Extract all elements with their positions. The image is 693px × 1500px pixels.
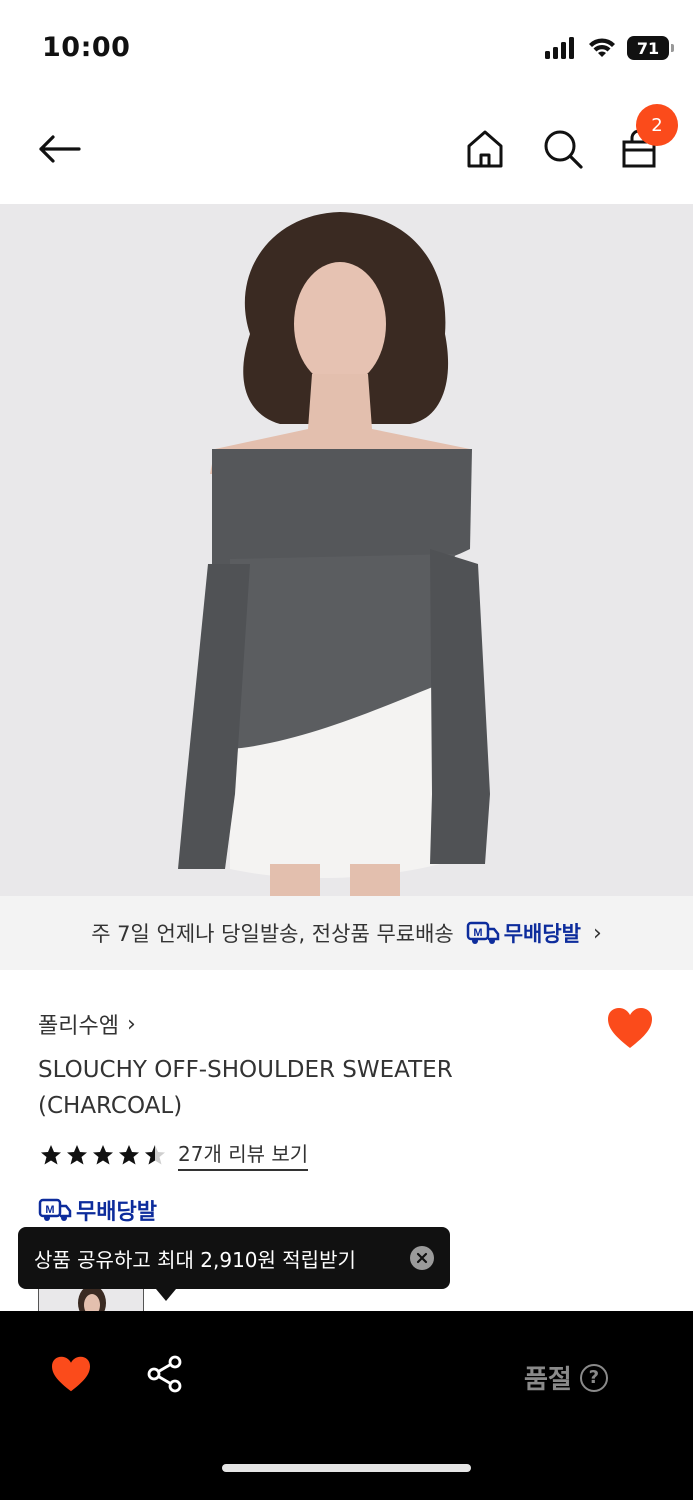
rating-stars bbox=[38, 1143, 168, 1167]
home-indicator[interactable] bbox=[222, 1464, 471, 1472]
brand-name: 폴리수엠 bbox=[38, 1014, 119, 1039]
product-title: SLOUCHY OFF-SHOULDER SWEATER (CHARCOAL) bbox=[38, 1057, 453, 1119]
chevron-right-icon: › bbox=[126, 1011, 136, 1037]
search-button[interactable] bbox=[540, 124, 586, 174]
product-delivery-badge-label: 무배당발 bbox=[76, 1200, 157, 1225]
close-icon bbox=[416, 1252, 428, 1264]
wifi-icon bbox=[589, 38, 615, 57]
tooltip-text: 상품 공유하고 최대 2,910원 적립받기 bbox=[34, 1247, 356, 1272]
signal-icon bbox=[545, 37, 574, 59]
home-button[interactable] bbox=[462, 124, 508, 174]
delivery-truck-icon: M bbox=[466, 921, 499, 944]
star-icon bbox=[41, 1144, 61, 1164]
status-time: 10:00 bbox=[42, 32, 131, 63]
star-icon bbox=[119, 1144, 139, 1164]
battery-indicator: 71 bbox=[627, 36, 674, 60]
share-icon bbox=[147, 1355, 182, 1393]
sold-out-label: 품절 bbox=[524, 1365, 572, 1395]
free-delivery-badge-label: 무배당발 bbox=[503, 922, 581, 946]
heart-icon bbox=[608, 1008, 652, 1048]
product-delivery-badge: M 무배당발 bbox=[38, 1194, 157, 1226]
delivery-banner-text: 주 7일 언제나 당일발송, 전상품 무료배송 bbox=[91, 922, 454, 946]
tooltip-close-button[interactable] bbox=[410, 1246, 434, 1270]
help-icon[interactable]: ? bbox=[579, 1363, 608, 1392]
brand-link[interactable]: 폴리수엠 › bbox=[38, 1008, 136, 1040]
back-arrow-icon bbox=[39, 135, 81, 163]
home-icon bbox=[467, 130, 503, 168]
rating-row: 27개 리뷰 보기 bbox=[38, 1138, 309, 1171]
search-icon bbox=[544, 130, 583, 169]
chevron-right-icon: › bbox=[593, 920, 602, 946]
star-icon bbox=[67, 1144, 87, 1164]
status-bar: 10:00 71 bbox=[0, 0, 693, 100]
product-image[interactable] bbox=[0, 204, 693, 896]
heart-icon bbox=[52, 1356, 90, 1392]
sold-out-status: 품절 ? bbox=[524, 1359, 608, 1396]
delivery-banner[interactable]: 주 7일 언제나 당일발송, 전상품 무료배송 M 무배당발 › bbox=[0, 896, 693, 970]
cart-count-badge: 2 bbox=[636, 104, 678, 146]
free-delivery-badge: M 무배당발 bbox=[466, 918, 581, 948]
truck-icon-letter: M bbox=[45, 1204, 54, 1216]
star-icon bbox=[93, 1144, 113, 1164]
top-navigation bbox=[0, 100, 693, 204]
wishlist-button[interactable] bbox=[606, 1006, 654, 1050]
status-icons: 71 bbox=[545, 36, 674, 60]
product-photo bbox=[0, 204, 693, 896]
bottom-wishlist-button[interactable] bbox=[50, 1355, 92, 1393]
delivery-truck-icon: M bbox=[38, 1198, 72, 1221]
back-button[interactable] bbox=[34, 126, 84, 172]
half-star-icon bbox=[145, 1144, 165, 1164]
share-reward-tooltip: 상품 공유하고 최대 2,910원 적립받기 bbox=[18, 1227, 450, 1301]
review-link[interactable]: 27개 리뷰 보기 bbox=[178, 1138, 309, 1171]
share-button[interactable] bbox=[146, 1355, 184, 1393]
truck-icon-letter: M bbox=[473, 927, 482, 939]
